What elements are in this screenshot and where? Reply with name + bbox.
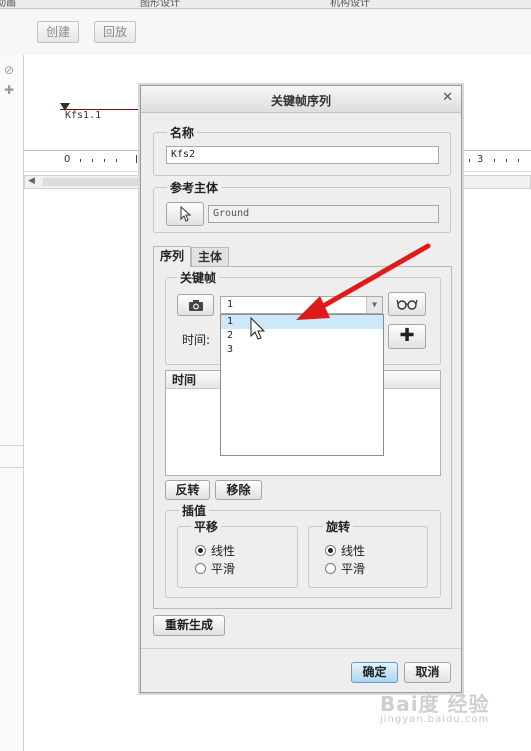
- hide-icon[interactable]: ⊘: [4, 63, 14, 77]
- top-tab-fragment[interactable]: 建动画: [0, 0, 16, 8]
- rotate-linear-radio[interactable]: 线性: [325, 542, 365, 559]
- main-toolbar: 创建 回放: [0, 9, 531, 56]
- ruler-tick: [80, 159, 81, 162]
- radio-label: 平滑: [341, 562, 366, 576]
- create-button[interactable]: 创建: [37, 21, 80, 43]
- track-label[interactable]: Kfs1.1: [65, 110, 101, 121]
- view-keyframe-button[interactable]: [388, 292, 426, 316]
- tab-sequence[interactable]: 序列: [153, 246, 191, 267]
- left-panel: ⊘ ✚: [0, 55, 24, 751]
- radio-label: 线性: [341, 544, 366, 558]
- footer-divider: [141, 648, 461, 649]
- ok-button[interactable]: 确定: [351, 662, 398, 683]
- ruler-label: 3: [477, 154, 484, 165]
- dialog-titlebar[interactable]: 关键帧序列 ✕: [141, 86, 461, 113]
- translate-group-title: 平移: [191, 518, 222, 535]
- scroll-thumb[interactable]: [43, 178, 143, 186]
- ruler-tick: [116, 159, 117, 162]
- close-icon[interactable]: ✕: [442, 90, 453, 105]
- add-icon[interactable]: ✚: [4, 83, 14, 97]
- plus-icon: ✚: [399, 325, 415, 346]
- translate-linear-radio[interactable]: 线性: [195, 542, 235, 559]
- remove-button[interactable]: 移除: [215, 480, 262, 500]
- top-tab-fragment[interactable]: 机构设计: [330, 0, 370, 8]
- tab-body[interactable]: 主体: [191, 247, 229, 267]
- panel-divider: [0, 445, 23, 446]
- keyframe-option[interactable]: 1: [221, 315, 383, 329]
- top-tab-fragment[interactable]: 图形设计: [140, 0, 180, 8]
- cancel-button[interactable]: 取消: [404, 662, 451, 683]
- keyframe-dropdown-list[interactable]: 1 2 3: [220, 314, 384, 456]
- ruler-tick: [494, 159, 495, 162]
- glasses-icon: [396, 299, 418, 310]
- keyframe-group-title: 关键帧: [177, 269, 220, 286]
- radio-button[interactable]: [325, 563, 336, 574]
- select-body-button[interactable]: [166, 202, 204, 226]
- ruler-tick: [506, 159, 507, 162]
- rotate-group-title: 旋转: [323, 518, 354, 535]
- keyframe-select-value: 1: [227, 299, 234, 310]
- name-group-title: 名称: [167, 124, 198, 141]
- rotate-smooth-radio[interactable]: 平滑: [325, 560, 365, 577]
- keyframe-option[interactable]: 2: [221, 329, 383, 343]
- reference-body-field: Ground: [208, 205, 439, 223]
- radio-label: 平滑: [211, 562, 236, 576]
- keyframe-select[interactable]: 1 ▼: [220, 296, 383, 314]
- radio-button[interactable]: [195, 563, 206, 574]
- ruler-tick: [518, 159, 519, 162]
- ruler-tick: [136, 155, 137, 163]
- watermark-text: Bai度 经验: [380, 692, 490, 716]
- watermark-subtext: jingyan.baidu.com: [380, 714, 490, 725]
- radio-button[interactable]: [195, 545, 206, 556]
- ruler-label: 0: [64, 154, 71, 165]
- reference-body-group-title: 参考主体: [167, 179, 222, 196]
- add-keyframe-button[interactable]: ✚: [388, 324, 426, 349]
- select-arrow-icon: [180, 205, 192, 222]
- panel-divider: [0, 467, 23, 468]
- reverse-button[interactable]: 反转: [165, 480, 210, 500]
- camera-icon: [188, 300, 203, 311]
- capture-keyframe-button[interactable]: [177, 294, 214, 316]
- ruler-tick: [92, 159, 93, 162]
- ruler-tick: [104, 159, 105, 162]
- chevron-down-icon[interactable]: ▼: [366, 297, 382, 313]
- ruler-tick: [469, 159, 470, 162]
- keyframe-option[interactable]: 3: [221, 343, 383, 357]
- top-tab-strip: 建动画 图形设计 机构设计: [0, 0, 531, 9]
- interpolation-group-title: 插值: [179, 502, 210, 519]
- time-label: 时间:: [182, 333, 211, 347]
- keyframe-sequence-dialog: 关键帧序列 ✕ 名称 Kfs2 参考主体 Ground 序列 主体 关键帧 1 …: [140, 85, 462, 693]
- radio-button[interactable]: [325, 545, 336, 556]
- radio-label: 线性: [211, 544, 236, 558]
- translate-smooth-radio[interactable]: 平滑: [195, 560, 235, 577]
- regenerate-button[interactable]: 重新生成: [153, 615, 225, 636]
- scroll-left-icon[interactable]: ◀: [28, 176, 35, 186]
- playback-button[interactable]: 回放: [94, 21, 137, 43]
- name-field[interactable]: Kfs2: [166, 146, 439, 164]
- dialog-title: 关键帧序列: [270, 94, 331, 108]
